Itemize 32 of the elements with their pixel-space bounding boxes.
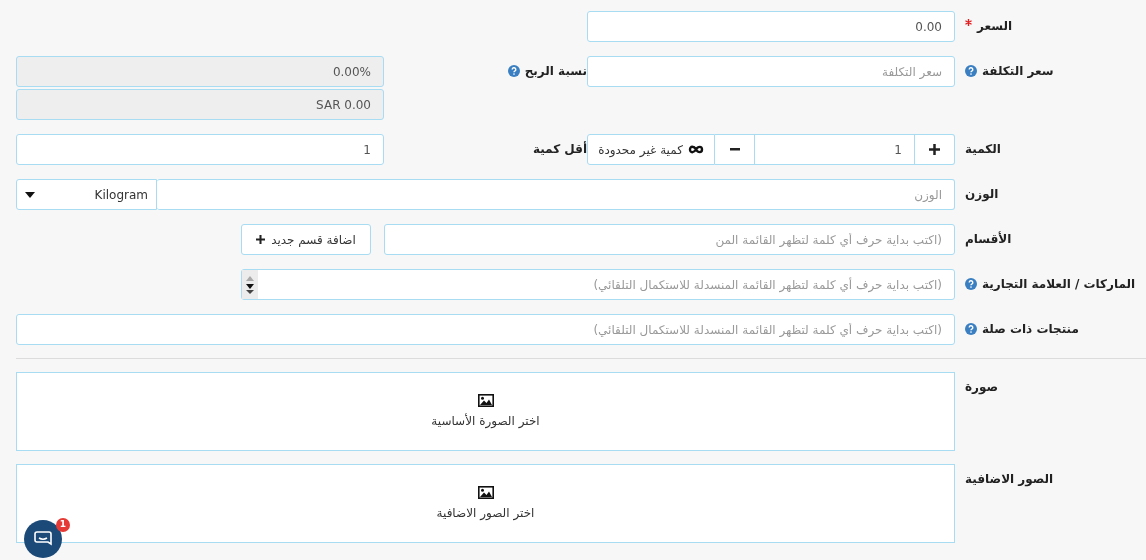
image-upload-area[interactable]: اختر الصورة الأساسية bbox=[16, 372, 955, 451]
unit-select[interactable]: Kilogram bbox=[16, 179, 157, 210]
spinner-arrows-icon bbox=[242, 270, 258, 299]
field-label: الكمية bbox=[965, 141, 1001, 158]
image-icon bbox=[477, 485, 494, 499]
field-label: صورة bbox=[965, 379, 999, 396]
quantity-field[interactable]: 1 bbox=[755, 134, 915, 165]
field-label: الماركات / العلامة التجارية bbox=[982, 276, 1136, 293]
plus-icon bbox=[929, 144, 940, 155]
field-label: السعر bbox=[977, 18, 1013, 35]
unlimited-quantity-button[interactable]: كمية غير محدودة bbox=[587, 134, 715, 165]
increment-button[interactable] bbox=[915, 134, 955, 165]
add-category-button[interactable]: اضافة قسم جديد bbox=[241, 224, 371, 255]
field-label: الأقسام bbox=[965, 230, 1012, 248]
min-quantity-field[interactable]: 1 bbox=[16, 134, 384, 165]
weight-field[interactable]: الوزن bbox=[157, 179, 955, 210]
field-label: الصور الاضافية bbox=[965, 471, 1054, 488]
field-label: منتجات ذات صلة bbox=[982, 321, 1079, 338]
field-label: نسبة الربح bbox=[524, 63, 587, 80]
caret-down-icon bbox=[25, 191, 35, 198]
chat-icon bbox=[34, 531, 52, 547]
field-label: سعر التكلفة bbox=[982, 63, 1054, 80]
minus-icon bbox=[729, 148, 740, 151]
plus-icon bbox=[256, 235, 266, 244]
decrement-button[interactable] bbox=[715, 134, 755, 165]
image-icon bbox=[477, 393, 494, 407]
field-label: أقل كمية bbox=[532, 140, 587, 158]
chat-button[interactable] bbox=[24, 520, 62, 558]
field-label: الوزن bbox=[965, 186, 999, 203]
price-field[interactable]: 0.00 bbox=[587, 11, 955, 42]
infinity-icon bbox=[687, 145, 704, 154]
cost-price-field[interactable]: سعر التكلفة bbox=[587, 56, 955, 87]
